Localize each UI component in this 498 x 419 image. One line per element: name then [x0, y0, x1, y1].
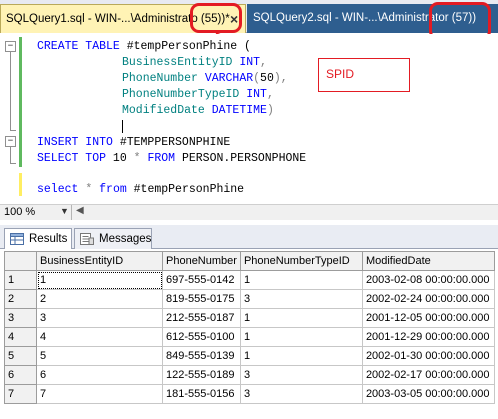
outline-line	[10, 52, 11, 130]
cell-business-entity-id[interactable]: 2	[36, 289, 163, 309]
cell-phone-number-type-id[interactable]: 3	[239, 289, 363, 309]
column-header[interactable]: ModifiedDate	[361, 251, 495, 271]
tab-results-label: Results	[29, 233, 68, 245]
zoom-select[interactable]: 100 % ▼	[0, 205, 72, 220]
cell-phone-number[interactable]: 122-555-0189	[162, 365, 241, 385]
collapse-toggle-create[interactable]: −	[5, 41, 16, 52]
query-editor[interactable]: − − CREATE TABLE #tempPersonPhine ( Busi…	[0, 34, 498, 204]
editor-horizontal-scrollbar[interactable]: 100 % ▼ ◀	[0, 204, 498, 220]
spid-highlight-oval-1	[190, 3, 242, 33]
table-header-row: BusinessEntityID PhoneNumber PhoneNumber…	[4, 251, 495, 271]
code-line-1: CREATE TABLE #tempPersonPhine (	[37, 40, 251, 53]
row-number[interactable]: 7	[4, 384, 37, 404]
code-line-5: ModifiedDate DATETIME)	[122, 104, 274, 117]
cell-modified-date[interactable]: 2002-01-30 00:00:00.000	[361, 346, 495, 366]
cell-modified-date[interactable]: 2001-12-29 00:00:00.000	[361, 327, 495, 347]
table-row[interactable]: 7 7 181-555-0156 3 2003-03-05 00:00:00.000	[4, 384, 495, 404]
cell-business-entity-id[interactable]: 1	[36, 270, 163, 290]
row-number[interactable]: 3	[4, 308, 37, 328]
cell-phone-number[interactable]: 612-555-0100	[162, 327, 241, 347]
column-header[interactable]: BusinessEntityID	[36, 251, 163, 271]
outline-end	[10, 130, 16, 131]
cell-modified-date[interactable]: 2001-12-05 00:00:00.000	[361, 308, 495, 328]
scroll-left-arrow-icon[interactable]: ◀	[76, 205, 84, 216]
cell-modified-date[interactable]: 2002-02-24 00:00:00.000	[361, 289, 495, 309]
column-header[interactable]: PhoneNumber	[162, 251, 241, 271]
cell-phone-number[interactable]: 212-555-0187	[162, 308, 241, 328]
row-number[interactable]: 4	[4, 327, 37, 347]
cell-business-entity-id[interactable]: 3	[36, 308, 163, 328]
cell-business-entity-id[interactable]: 5	[36, 346, 163, 366]
tab-results[interactable]: Results	[4, 228, 72, 249]
cell-business-entity-id[interactable]: 6	[36, 365, 163, 385]
table-row[interactable]: 1 1 697-555-0142 1 2003-02-08 00:00:00.000	[4, 270, 495, 290]
text-caret	[122, 120, 123, 133]
cell-business-entity-id[interactable]: 7	[36, 384, 163, 404]
cell-modified-date[interactable]: 2002-02-17 00:00:00.000	[361, 365, 495, 385]
row-number[interactable]: 6	[4, 365, 37, 385]
results-table: BusinessEntityID PhoneNumber PhoneNumber…	[4, 251, 495, 404]
document-tab-strip: SQLQuery1.sql - WIN-...\Administrato (55…	[0, 0, 498, 33]
cell-phone-number-type-id[interactable]: 1	[239, 327, 363, 347]
cell-phone-number[interactable]: 181-555-0156	[162, 384, 241, 404]
tab-messages[interactable]: Messages	[74, 228, 152, 249]
row-number[interactable]: 2	[4, 289, 37, 309]
cell-phone-number-type-id[interactable]: 1	[239, 346, 363, 366]
cell-phone-number[interactable]: 849-555-0139	[162, 346, 241, 366]
code-line-4: PhoneNumberTypeID INT,	[122, 88, 274, 101]
cell-phone-number-type-id[interactable]: 1	[239, 308, 363, 328]
cell-phone-number-type-id[interactable]: 3	[239, 384, 363, 404]
row-header-corner[interactable]	[4, 251, 37, 271]
code-line-select-top: SELECT TOP 10 * FROM PERSON.PERSONPHONE	[37, 152, 307, 165]
grid-icon	[10, 233, 24, 245]
table-row[interactable]: 6 6 122-555-0189 3 2002-02-17 00:00:00.000	[4, 365, 495, 385]
chevron-down-icon: ▼	[60, 206, 69, 216]
outline-line	[10, 147, 11, 163]
code-line-3: PhoneNumber VARCHAR(50),	[122, 72, 288, 85]
row-number[interactable]: 1	[4, 270, 37, 290]
change-marker	[19, 173, 22, 196]
table-row[interactable]: 3 3 212-555-0187 1 2001-12-05 00:00:00.000	[4, 308, 495, 328]
outline-end	[10, 163, 16, 164]
table-row[interactable]: 2 2 819-555-0175 3 2002-02-24 00:00:00.000	[4, 289, 495, 309]
tab-messages-label: Messages	[99, 233, 152, 245]
cell-phone-number-type-id[interactable]: 1	[239, 270, 363, 290]
code-line-select-temp: select * from #tempPersonPhine	[37, 183, 245, 196]
collapse-toggle-insert[interactable]: −	[5, 136, 16, 147]
cell-modified-date[interactable]: 2003-02-08 00:00:00.000	[361, 270, 495, 290]
cell-business-entity-id[interactable]: 4	[36, 327, 163, 347]
zoom-level: 100 %	[4, 206, 36, 218]
cell-phone-number[interactable]: 819-555-0175	[162, 289, 241, 309]
code-line-insert: INSERT INTO #TEMPPERSONPHINE	[37, 136, 231, 149]
spid-annotation-label: SPID	[318, 58, 410, 92]
saved-marker	[19, 37, 22, 167]
row-number[interactable]: 5	[4, 346, 37, 366]
results-tab-strip: Results Messages	[0, 225, 498, 249]
table-row[interactable]: 4 4 612-555-0100 1 2001-12-29 00:00:00.000	[4, 327, 495, 347]
cell-phone-number[interactable]: 697-555-0142	[162, 270, 241, 290]
table-row[interactable]: 5 5 849-555-0139 1 2002-01-30 00:00:00.000	[4, 346, 495, 366]
code-line-2: BusinessEntityID INT,	[122, 56, 267, 69]
results-grid[interactable]: BusinessEntityID PhoneNumber PhoneNumber…	[0, 249, 498, 419]
cell-modified-date[interactable]: 2003-03-05 00:00:00.000	[361, 384, 495, 404]
cell-phone-number-type-id[interactable]: 3	[239, 365, 363, 385]
messages-icon	[80, 233, 94, 245]
column-header[interactable]: PhoneNumberTypeID	[239, 251, 363, 271]
